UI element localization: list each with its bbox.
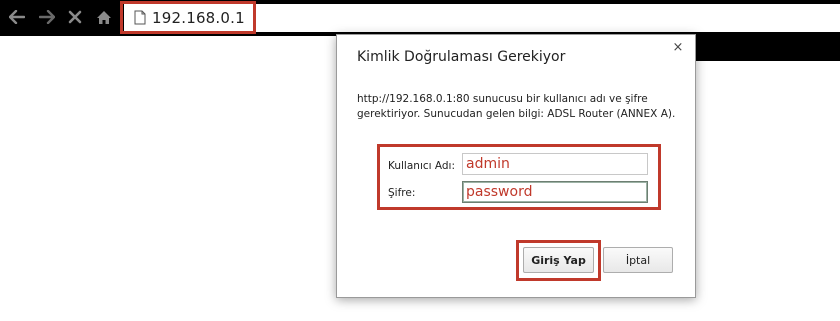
login-button[interactable]: Giriş Yap [523, 247, 594, 273]
browser-toolbar: 192.168.0.1 [0, 0, 840, 36]
close-x-icon[interactable] [64, 6, 86, 28]
back-arrow-icon[interactable] [6, 6, 28, 28]
forward-arrow-icon[interactable] [36, 6, 58, 28]
address-bar[interactable]: 192.168.0.1 [124, 4, 840, 32]
url-text[interactable]: 192.168.0.1 [152, 9, 245, 27]
credentials-highlight-box: Kullanıcı Adı: admin Şifre: password [377, 144, 661, 210]
username-input[interactable]: admin [462, 153, 648, 175]
dialog-title: Kimlik Doğrulaması Gerekiyor [357, 49, 566, 65]
page-icon [134, 10, 146, 29]
home-icon[interactable] [93, 6, 115, 28]
browser-window: 192.168.0.1 Kimlik Doğrulaması Gerekiyor… [0, 0, 840, 321]
auth-dialog: Kimlik Doğrulaması Gerekiyor × http://19… [336, 34, 696, 298]
password-label: Şifre: [388, 187, 416, 199]
username-label: Kullanıcı Adı: [388, 160, 456, 172]
password-input[interactable]: password [462, 181, 648, 203]
close-icon[interactable]: × [671, 40, 685, 55]
cancel-button[interactable]: İptal [603, 247, 673, 273]
dialog-message: http://192.168.0.1:80 sunucusu bir kulla… [357, 93, 676, 120]
